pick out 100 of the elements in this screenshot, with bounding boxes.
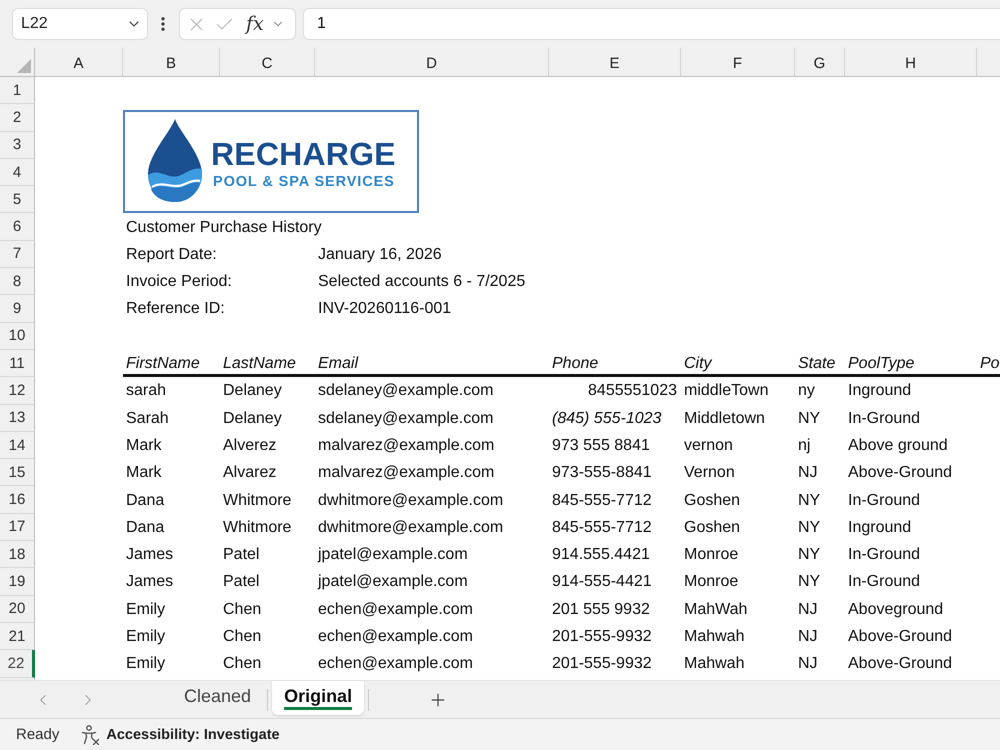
row-header[interactable]: 19: [0, 568, 35, 596]
column-header[interactable]: C: [220, 48, 315, 77]
sheet-tab[interactable]: Cleaned: [172, 681, 264, 715]
table-cell: Delaney: [223, 381, 282, 400]
field-label: Reference ID:: [126, 299, 225, 319]
row-header[interactable]: 17: [0, 514, 35, 542]
table-cell: Patel: [223, 545, 260, 564]
table-cell: Monroe: [684, 545, 738, 564]
table-cell: 973-555-8841: [552, 463, 652, 482]
column-header[interactable]: F: [681, 48, 795, 77]
table-cell: 201 555 9932: [552, 600, 650, 619]
row-header[interactable]: 10: [0, 322, 35, 350]
table-cell: sdelaney@example.com: [318, 381, 494, 400]
table-cell: In-Ground: [848, 408, 920, 428]
formula-input[interactable]: 1: [303, 8, 1000, 40]
table-cell: Dana: [126, 490, 164, 510]
table-cell: Whitmore: [223, 518, 292, 537]
table-cell: nj: [798, 436, 810, 456]
field-label: Report Date:: [126, 244, 217, 264]
row-header[interactable]: 3: [0, 132, 35, 159]
table-cell: Mark: [126, 463, 162, 482]
table-cell: echen@example.com: [318, 654, 473, 674]
table-cell: Patel: [223, 572, 260, 592]
report-title: Customer Purchase History: [126, 218, 322, 237]
table-cell: Above-Ground: [848, 463, 952, 482]
table-cell: Chen: [223, 600, 262, 619]
table-cell: Delaney: [223, 408, 282, 428]
accessibility-icon[interactable]: [81, 724, 100, 744]
column-header[interactable]: E: [549, 48, 681, 77]
row-header[interactable]: 12: [0, 377, 35, 405]
row-header[interactable]: 9: [0, 295, 35, 323]
table-cell: Goshen: [684, 518, 740, 537]
table-cell: Monroe: [684, 572, 738, 592]
table-cell: Above-Ground: [848, 654, 952, 674]
row-header[interactable]: 8: [0, 268, 35, 296]
table-cell: 201-555-9932: [552, 654, 652, 674]
select-all-triangle-icon[interactable]: [17, 59, 31, 73]
table-cell: Vernon: [684, 463, 735, 482]
row-header[interactable]: 21: [0, 622, 35, 650]
table-cell: Chen: [223, 654, 262, 674]
table-cell: In-Ground: [848, 572, 920, 592]
column-header[interactable]: D: [315, 48, 549, 77]
table-cell: 914-555-4421: [552, 572, 652, 592]
row-header[interactable]: 2: [0, 104, 35, 132]
table-cell: echen@example.com: [318, 600, 473, 619]
insert-function-button[interactable]: fx: [246, 14, 264, 34]
field-value: Selected accounts 6 - 7/2025: [318, 272, 526, 292]
table-cell: malvarez@example.com: [318, 463, 494, 482]
column-header[interactable]: [977, 48, 1000, 77]
table-cell: dwhitmore@example.com: [318, 490, 504, 510]
column-header[interactable]: H: [845, 48, 977, 77]
table-cell: Mahwah: [684, 654, 744, 674]
table-cell: NJ: [798, 654, 818, 674]
column-heading: City: [684, 354, 712, 374]
field-value: January 16, 2026: [318, 244, 442, 264]
table-cell: Emily: [126, 654, 166, 674]
table-cell: Above ground: [848, 436, 948, 456]
row-header[interactable]: 11: [0, 350, 35, 378]
table-cell: sarah: [126, 381, 166, 400]
column-heading: Email: [318, 354, 358, 374]
table-cell: Alverez: [223, 436, 276, 456]
table-cell: In-Ground: [848, 545, 920, 564]
row-header[interactable]: 5: [0, 186, 35, 214]
table-cell: Dana: [126, 518, 164, 537]
column-heading: FirstName: [126, 354, 200, 374]
table-cell: 973 555 8841: [552, 436, 650, 456]
row-header[interactable]: 7: [0, 240, 35, 268]
row-header[interactable]: 4: [0, 158, 35, 186]
column-header[interactable]: G: [795, 48, 845, 77]
accessibility-status[interactable]: Accessibility: Investigate: [106, 726, 280, 742]
table-cell: NJ: [798, 600, 818, 619]
table-cell: Mark: [126, 436, 162, 456]
column-header[interactable]: B: [123, 48, 220, 77]
logo-name: RECHARGE: [211, 138, 396, 170]
column-heading: State: [798, 354, 836, 374]
table-cell: ny: [798, 381, 815, 400]
table-cell: 8455551023: [588, 381, 677, 400]
row-header[interactable]: 13: [0, 404, 35, 432]
row-header[interactable]: 22: [0, 650, 35, 678]
table-cell: dwhitmore@example.com: [318, 518, 504, 537]
row-header[interactable]: 6: [0, 213, 35, 241]
table-cell: Emily: [126, 626, 166, 646]
name-box[interactable]: L22: [12, 8, 148, 40]
table-cell: James: [126, 572, 174, 592]
row-header[interactable]: 1: [0, 77, 35, 104]
logo-tagline: POOL & SPA SERVICES: [213, 175, 395, 190]
row-header[interactable]: 16: [0, 486, 35, 514]
table-cell: NJ: [798, 463, 818, 482]
table-cell: sdelaney@example.com: [318, 408, 494, 428]
table-cell: In-Ground: [848, 490, 920, 510]
table-cell: NY: [798, 572, 820, 592]
row-header[interactable]: 18: [0, 541, 35, 568]
table-cell: NY: [798, 545, 820, 564]
column-header[interactable]: A: [35, 48, 123, 77]
row-header[interactable]: 15: [0, 459, 35, 486]
row-header[interactable]: 14: [0, 432, 35, 460]
sheet-tab[interactable]: Original: [272, 681, 364, 715]
row-header[interactable]: 20: [0, 596, 35, 623]
table-cell: NY: [798, 408, 820, 428]
table-cell: 201-555-9932: [552, 626, 652, 646]
